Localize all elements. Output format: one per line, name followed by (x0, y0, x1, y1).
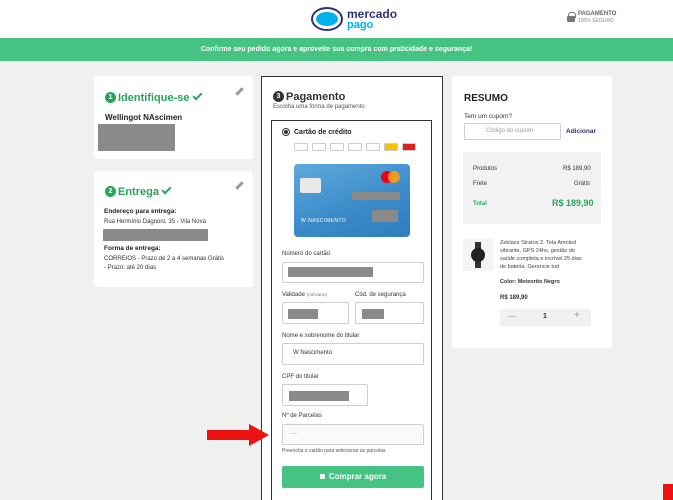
visa-icon (312, 143, 326, 151)
installments-hint: Preencha o cartão para selecionar as par… (282, 448, 386, 454)
secure-sublabel: 100% SEGURO (578, 18, 614, 24)
holder-name-label: Nome e sobrenome do titular (282, 333, 360, 339)
shipping-method-value: CORREIOS - Prazo de 2 a 4 semanas Grátis (104, 256, 225, 262)
product-description-line: vibrante, GPS 24hs, gestão de (500, 248, 575, 254)
payment-title: Pagamento (286, 90, 346, 103)
identify-title: Identifique-se (118, 91, 190, 104)
total-label: Total (473, 201, 487, 207)
installments-label: Nº de Parcelas (282, 413, 322, 419)
delivery-title: Entrega (118, 185, 159, 198)
diners-icon (330, 143, 344, 151)
handshake-icon (311, 7, 343, 31)
quantity-value: 1 (543, 313, 547, 320)
shipping-value: Grátis (574, 181, 591, 187)
hipercard-icon (366, 143, 380, 151)
card-number-label: Número do cartão (282, 251, 331, 257)
validity-label-text: Validade (282, 292, 305, 298)
customer-name: Wellingot NAscimen (105, 113, 183, 122)
secure-label: PAGAMENTO (578, 11, 617, 17)
product-color: Color: Meteorito Negro (500, 279, 560, 285)
mercado-pago-logo[interactable]: mercado pago (311, 5, 397, 33)
identify-header: 1 Identifique-se (105, 89, 202, 107)
product-price: R$ 189,90 (500, 295, 528, 301)
redacted-block (103, 229, 208, 241)
installments-select[interactable] (282, 424, 424, 445)
cpf-label: CPF do titular (282, 374, 319, 380)
mastercard-logo-overlap (388, 171, 400, 183)
step-number: 2 (105, 186, 116, 198)
redacted-block (288, 267, 373, 277)
address-label: Endereço para entrega: (104, 208, 177, 215)
step-number: 1 (105, 92, 116, 104)
annotation-arrow (207, 430, 251, 440)
step-number: 3 (273, 91, 284, 103)
add-coupon-button[interactable]: Adicionar (566, 128, 596, 135)
banner-card-icon (402, 143, 416, 151)
buy-now-label: Comprar agora (328, 472, 387, 481)
validity-label: Validade (mês/ano) (282, 292, 327, 298)
shipping-deadline: - Prazo: até 20 dias (104, 265, 157, 271)
elo-icon (384, 143, 398, 151)
cvv-label: Cód. de segurança (355, 292, 406, 298)
watch-icon (471, 248, 485, 262)
promo-banner: Confirme seu pedido agora e aproveite su… (0, 38, 673, 61)
product-description-line: Zeblaze Stratos 2. Tela Amoled (500, 240, 577, 246)
address-value: Rua Hermínio Dagnoni, 35 - Vila Nova (104, 219, 206, 225)
product-description-line: saúde completa e incrível 25 dias (500, 256, 582, 262)
credit-card-option-label: Cartão de crédito (294, 129, 352, 136)
products-value: R$ 189,90 (563, 166, 591, 172)
shipping-method-label: Forma de entrega: (104, 245, 161, 252)
products-label: Produtos (473, 166, 498, 172)
lock-icon (567, 12, 576, 22)
amex-icon (294, 143, 308, 151)
logo-subtext: pago (347, 19, 374, 31)
coupon-placeholder: Código do cupom (486, 128, 534, 134)
shipping-label: Frete (473, 181, 488, 187)
annotation-arrow-head (249, 424, 269, 446)
card-holder-preview: W NASCIMENTO (301, 218, 347, 224)
mastercard-icon (348, 143, 362, 151)
redacted-block (372, 210, 398, 222)
product-description-line: de bateria. Gerencie tud (500, 264, 560, 270)
decrease-quantity-button[interactable]: — (508, 312, 516, 321)
redacted-block (362, 309, 384, 319)
credit-card-radio[interactable] (282, 128, 290, 136)
corner-marker (663, 484, 673, 500)
payment-subtitle: Escolha uma forma de pagamento (273, 104, 365, 110)
top-bar: mercado pago PAGAMENTO 100% SEGURO (0, 0, 673, 38)
lock-icon (319, 474, 325, 479)
card-chip-icon (300, 178, 321, 193)
redacted-block (98, 124, 175, 151)
validity-hint: (mês/ano) (306, 292, 327, 297)
summary-title: RESUMO (464, 93, 508, 104)
price-summary (463, 152, 601, 224)
coupon-question: Tem um cupom? (464, 113, 513, 120)
total-value: R$ 189,90 (552, 198, 594, 208)
redacted-block (288, 309, 318, 319)
redacted-block (289, 391, 349, 401)
holder-name-value: W Nascimento (293, 350, 333, 356)
redacted-block (352, 192, 400, 200)
increase-quantity-button[interactable]: + (574, 310, 580, 321)
delivery-header: 2 Entrega (105, 183, 172, 201)
installments-value: ---- (290, 431, 297, 437)
buy-now-button[interactable]: Comprar agora (282, 466, 424, 488)
